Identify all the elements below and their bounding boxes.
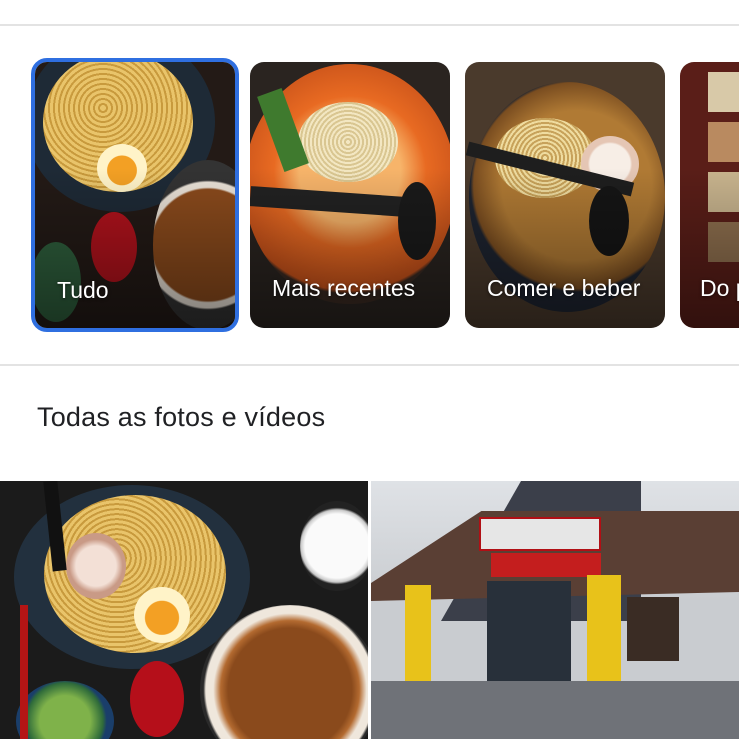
chip-do-pro[interactable]: Do pro [680,62,739,328]
section-divider [0,364,739,366]
chip-label: Do pro [700,275,739,301]
section-title: Todas as fotos e vídeos [37,402,326,432]
chip-label: Tudo [57,277,109,303]
chip-label: Comer e beber [487,275,641,301]
chip-mais-recentes[interactable]: Mais recentes [250,62,450,328]
top-divider [0,24,739,26]
chip-label: Mais recentes [272,275,416,301]
ramen-meal-photo[interactable] [0,481,368,739]
category-chips-row: Tudo Mais recentes Comer e beber Do [0,56,739,334]
restaurant-exterior-photo[interactable] [371,481,739,739]
chip-comer-e-beber[interactable]: Comer e beber [465,62,665,328]
chip-tudo[interactable]: Tudo [31,58,239,332]
